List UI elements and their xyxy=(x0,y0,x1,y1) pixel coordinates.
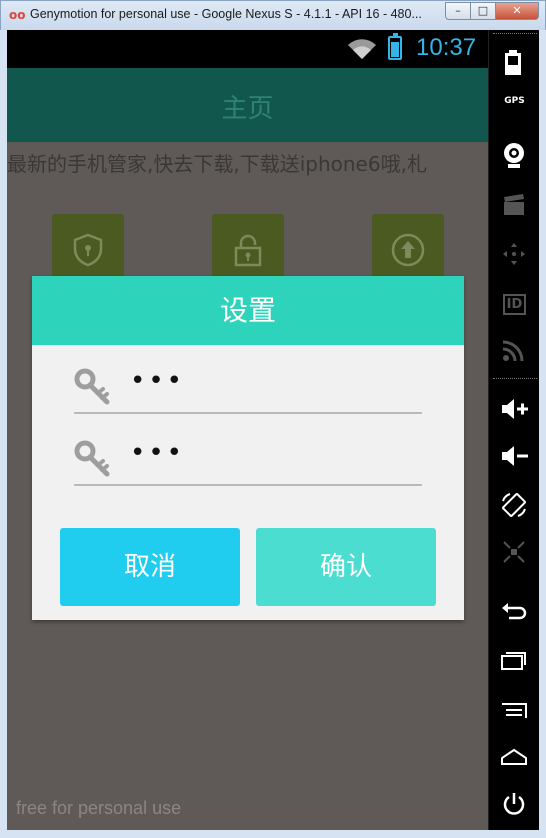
id-label: ID xyxy=(502,294,527,315)
phone-screen: 10:37 主页 最新的手机管家,快去下载,下载送iphone6哦,札 设置 •… xyxy=(7,30,488,830)
marquee-text: 最新的手机管家,快去下载,下载送iphone6哦,札 xyxy=(7,152,427,176)
menu-icon[interactable] xyxy=(501,702,527,720)
status-time: 10:37 xyxy=(416,34,477,61)
divider xyxy=(493,378,537,379)
home-icon[interactable] xyxy=(501,748,527,766)
camera-icon[interactable] xyxy=(502,142,526,170)
key-icon xyxy=(74,368,110,405)
password-field[interactable]: ••• xyxy=(74,364,422,414)
emulator-side-panel: GPS ID xyxy=(488,30,539,830)
back-icon[interactable] xyxy=(501,602,527,620)
maximize-button[interactable]: □ xyxy=(470,2,496,20)
confirm-button[interactable]: 确认 xyxy=(256,528,436,606)
rotate-icon[interactable] xyxy=(501,492,527,518)
window-controls: – □ ✕ xyxy=(445,2,539,20)
recent-apps-icon[interactable] xyxy=(501,650,527,670)
shield-icon xyxy=(73,233,103,267)
clapper-icon[interactable] xyxy=(503,194,525,216)
watermark-text: free for personal use xyxy=(16,798,182,818)
app-bar: 主页 xyxy=(7,68,488,142)
gps-icon[interactable]: GPS xyxy=(489,96,540,106)
power-icon[interactable] xyxy=(502,792,526,816)
wifi-icon xyxy=(348,39,376,59)
id-icon[interactable]: ID xyxy=(489,289,540,315)
lock-icon xyxy=(234,234,262,267)
page-title: 主页 xyxy=(221,94,274,124)
volume-down-icon[interactable] xyxy=(501,445,529,467)
divider xyxy=(493,33,537,34)
dialog-title: 设置 xyxy=(32,276,464,345)
minimize-button[interactable]: – xyxy=(445,2,471,20)
confirm-password-input[interactable]: ••• xyxy=(130,438,185,468)
upload-icon xyxy=(391,233,425,267)
genymotion-logo-icon: oo xyxy=(9,8,26,22)
rss-icon[interactable] xyxy=(503,339,525,361)
window-titlebar: oo Genymotion for personal use - Google … xyxy=(0,0,546,30)
battery-widget-icon[interactable] xyxy=(504,50,522,76)
status-bar: 10:37 xyxy=(7,30,488,68)
cancel-button[interactable]: 取消 xyxy=(60,528,240,606)
settings-dialog: 设置 ••• ••• 取消 确认 xyxy=(32,276,464,620)
key-icon xyxy=(74,440,110,477)
dpad-icon[interactable] xyxy=(502,242,526,266)
close-button[interactable]: ✕ xyxy=(495,2,539,20)
window-title: Genymotion for personal use - Google Nex… xyxy=(30,7,422,21)
password-input[interactable]: ••• xyxy=(130,366,185,396)
battery-icon xyxy=(388,33,402,60)
scale-icon[interactable] xyxy=(502,540,526,564)
volume-up-icon[interactable] xyxy=(501,398,529,420)
confirm-password-field[interactable]: ••• xyxy=(74,436,422,486)
